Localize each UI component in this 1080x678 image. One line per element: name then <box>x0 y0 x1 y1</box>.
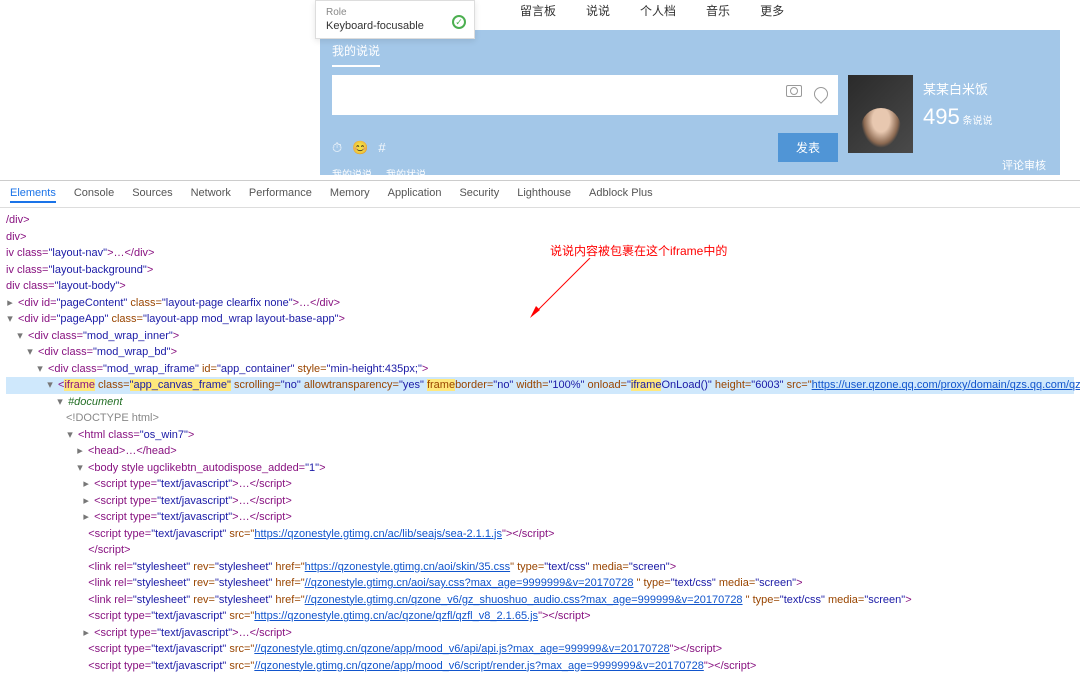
dom-node[interactable]: ▾<div class="mod_wrap_inner"> <box>6 328 1074 345</box>
camera-icon[interactable] <box>786 85 802 97</box>
dom-node[interactable]: <script type="text/javascript" src="http… <box>6 608 1074 625</box>
dom-node[interactable]: ▾#document <box>6 394 1074 411</box>
emoji-icon[interactable]: 😊 <box>352 140 368 156</box>
dom-node[interactable]: div> <box>6 229 1074 246</box>
elements-tree[interactable]: 说说内容被包裹在这个iframe中的 /div> div> iv class="… <box>0 208 1080 678</box>
nav-tab[interactable]: 说说 <box>586 2 610 19</box>
user-avatar[interactable] <box>848 75 913 153</box>
dom-node[interactable]: ▸<script type="text/javascript">…</scrip… <box>6 625 1074 642</box>
tooltip-role-value: Keyboard-focusable <box>326 20 464 32</box>
page-preview: 留言板 说说 个人档 音乐 更多 我的说说 ⏱ 😊 # <box>0 0 1080 180</box>
tab-network[interactable]: Network <box>191 185 231 203</box>
review-link[interactable]: 评论审核 <box>1002 157 1046 173</box>
dom-node[interactable]: ▸<script type="text/javascript">…</scrip… <box>6 476 1074 493</box>
dom-node[interactable]: /div> <box>6 212 1074 229</box>
tooltip-role-label: Role <box>326 7 464 18</box>
footer-link[interactable]: 我的状说 <box>386 166 426 181</box>
dom-node[interactable]: iv class="layout-background"> <box>6 262 1074 279</box>
nav-tab[interactable]: 音乐 <box>706 2 730 19</box>
post-count-unit: 条说说 <box>963 116 993 127</box>
user-name: 某某白米饭 <box>923 79 993 98</box>
dom-node[interactable]: <script type="text/javascript" src="http… <box>6 526 1074 543</box>
top-nav-tabs: 留言板 说说 个人档 音乐 更多 <box>520 0 784 19</box>
dom-node[interactable]: iv class="layout-nav">…</div> <box>6 245 1074 262</box>
devtools-panel: Elements Console Sources Network Perform… <box>0 180 1080 678</box>
dom-node[interactable]: ▸<div id="pageContent" class="layout-pag… <box>6 295 1074 312</box>
dom-node[interactable]: ▾<div class="mod_wrap_bd"> <box>6 344 1074 361</box>
tab-lighthouse[interactable]: Lighthouse <box>517 185 571 203</box>
dom-node[interactable]: ▾<html class="os_win7"> <box>6 427 1074 444</box>
tab-memory[interactable]: Memory <box>330 185 370 203</box>
dom-node[interactable]: ▸<script type="text/javascript">…</scrip… <box>6 509 1074 526</box>
publish-button[interactable]: 发表 <box>778 133 838 162</box>
compose-header-tab[interactable]: 我的说说 <box>332 42 380 67</box>
nav-tab[interactable]: 留言板 <box>520 2 556 19</box>
dom-node[interactable]: </script> <box>6 542 1074 559</box>
dom-node[interactable]: <link rel="stylesheet" rev="stylesheet" … <box>6 559 1074 576</box>
tab-performance[interactable]: Performance <box>249 185 312 203</box>
footer-link[interactable]: 我的说说 <box>332 166 372 181</box>
dom-node[interactable]: <!DOCTYPE html> <box>6 410 1074 427</box>
dom-node[interactable]: ▸<head>…</head> <box>6 443 1074 460</box>
dom-node[interactable]: <script type="text/javascript" src="//qz… <box>6 641 1074 658</box>
compose-textarea[interactable] <box>332 75 838 115</box>
dom-node[interactable]: <link rel="stylesheet" rev="stylesheet" … <box>6 575 1074 592</box>
tab-console[interactable]: Console <box>74 185 114 203</box>
dom-node[interactable]: ▾<body style ugclikebtn_autodispose_adde… <box>6 460 1074 477</box>
tab-elements[interactable]: Elements <box>10 185 56 203</box>
tab-application[interactable]: Application <box>388 185 442 203</box>
qzone-compose-panel: 我的说说 ⏱ 😊 # 发表 我的 <box>320 30 1060 175</box>
tab-security[interactable]: Security <box>459 185 499 203</box>
dom-node[interactable]: ▾<div class="mod_wrap_iframe" id="app_co… <box>6 361 1074 378</box>
clock-icon[interactable]: ⏱ <box>332 140 342 156</box>
dom-node[interactable]: div class="layout-body"> <box>6 278 1074 295</box>
accessibility-tooltip: Role Keyboard-focusable <box>315 0 475 39</box>
tab-adblock[interactable]: Adblock Plus <box>589 185 653 203</box>
tab-sources[interactable]: Sources <box>132 185 172 203</box>
post-count: 495 <box>923 104 960 129</box>
nav-tab[interactable]: 个人档 <box>640 2 676 19</box>
dom-node[interactable]: ▾<div id="pageApp" class="layout-app mod… <box>6 311 1074 328</box>
attachment-icon[interactable] <box>811 84 831 104</box>
dom-node[interactable]: <link rel="stylesheet" rev="stylesheet" … <box>6 592 1074 609</box>
dom-node[interactable]: ▸<script type="text/javascript">…</scrip… <box>6 493 1074 510</box>
check-icon <box>452 15 466 29</box>
hash-icon[interactable]: # <box>378 140 385 156</box>
nav-tab[interactable]: 更多 <box>760 2 784 19</box>
devtools-tabbar: Elements Console Sources Network Perform… <box>0 181 1080 208</box>
user-annotation: 说说内容被包裹在这个iframe中的 <box>550 242 727 260</box>
dom-node-selected[interactable]: ▾<iframe class="app_canvas_frame" scroll… <box>6 377 1074 394</box>
dom-node[interactable]: <script type="text/javascript" src="//qz… <box>6 658 1074 675</box>
